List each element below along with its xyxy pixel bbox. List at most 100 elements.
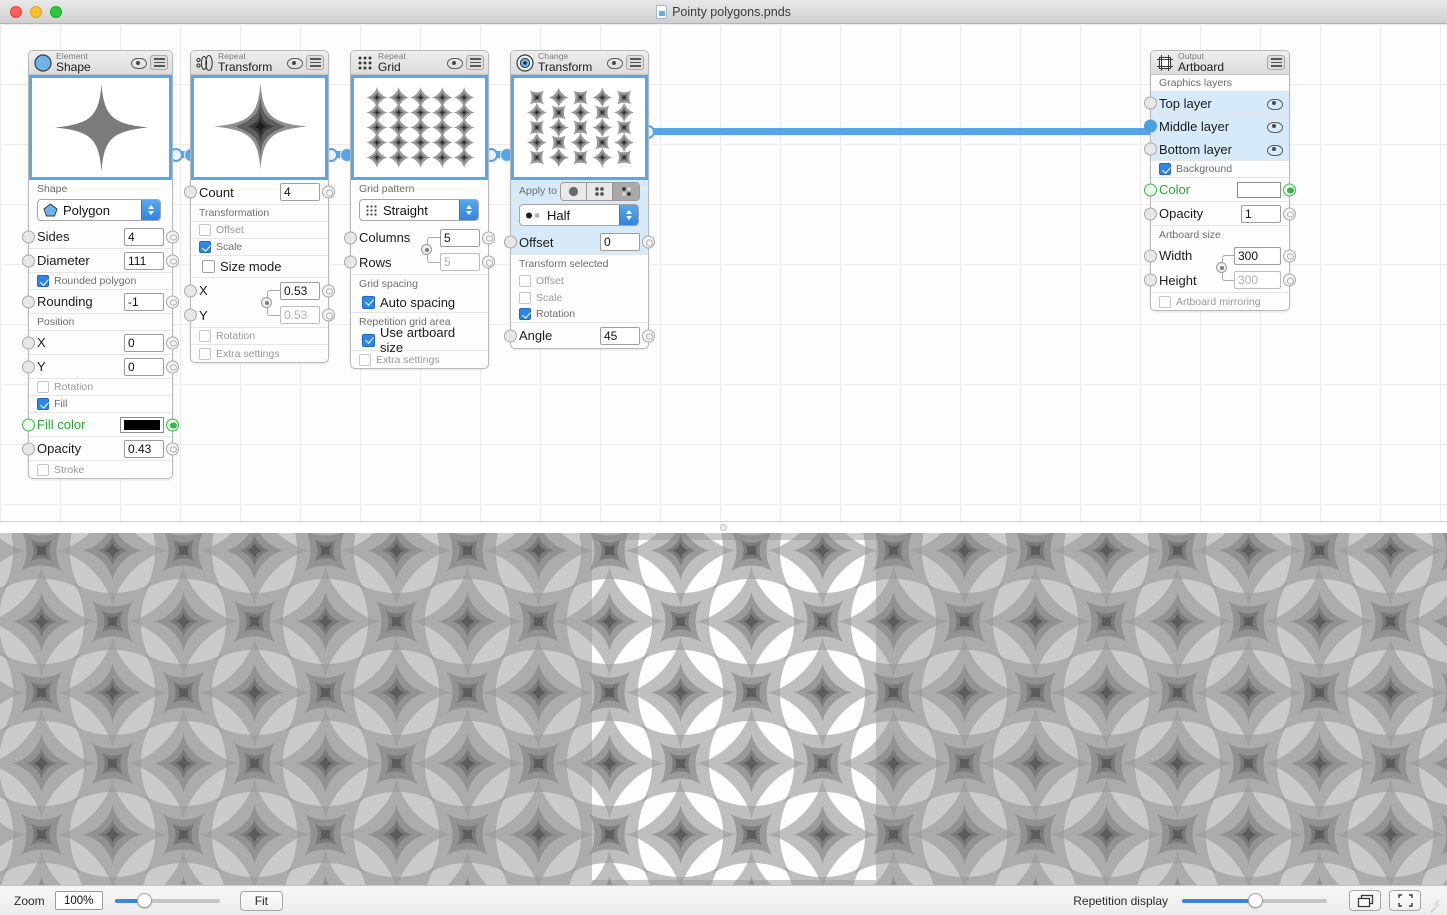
layer-input-knob[interactable] [1144, 142, 1157, 156]
node-menu-icon[interactable] [150, 55, 168, 70]
input-knob[interactable] [22, 295, 35, 308]
output-knob[interactable] [1283, 273, 1296, 287]
size-mode-checkbox[interactable] [202, 260, 215, 273]
row-diameter[interactable]: Diameter 111 [22, 249, 179, 273]
chevron-updown-icon[interactable] [141, 200, 160, 220]
row-fill-color[interactable]: Fill color [22, 413, 179, 437]
node-preview-shape[interactable] [29, 75, 172, 180]
apply-to-partial-option[interactable] [613, 182, 639, 200]
output-knob[interactable] [1283, 249, 1296, 262]
position-x-input[interactable]: 0 [124, 333, 164, 352]
output-knob[interactable] [166, 418, 179, 431]
fit-button[interactable]: Fit [239, 890, 284, 911]
selection-dropdown[interactable]: Half [519, 204, 639, 226]
use-artboard-size-checkbox[interactable] [362, 333, 375, 347]
rt-x-input[interactable]: 0.53 [280, 281, 320, 300]
sides-input[interactable]: 4 [124, 227, 164, 246]
row-rt-extra[interactable]: Extra settings [191, 345, 328, 362]
node-header[interactable]: Change Transform [511, 51, 648, 75]
row-use-artboard-size[interactable]: Use artboard size [351, 325, 488, 355]
node-menu-icon[interactable] [626, 55, 644, 70]
row-rt-y[interactable]: Y 0.53 [184, 303, 335, 328]
node-element-shape[interactable]: Element Shape Shape Polygon Sides 4 Diam… [22, 50, 179, 479]
visibility-eye-icon[interactable] [447, 58, 463, 69]
width-input[interactable]: 300 [1234, 246, 1281, 265]
node-output-artboard[interactable]: Output Artboard Graphics layers Top laye… [1144, 50, 1296, 311]
visibility-eye-icon[interactable] [1267, 121, 1283, 133]
input-knob[interactable] [22, 336, 35, 349]
output-knob[interactable] [322, 308, 335, 322]
output-knob[interactable] [482, 231, 495, 244]
chevron-updown-icon[interactable] [619, 205, 638, 225]
zoom-input[interactable]: 100% [54, 891, 103, 910]
extra-settings-checkbox[interactable] [199, 347, 211, 360]
input-knob[interactable] [22, 442, 35, 455]
count-input[interactable]: 4 [280, 183, 320, 201]
row-columns[interactable]: Columns 5 [344, 225, 495, 263]
row-rounded-polygon[interactable]: Rounded polygon [29, 273, 172, 290]
visibility-eye-icon[interactable] [1267, 144, 1283, 156]
rounding-input[interactable]: -1 [124, 292, 164, 311]
row-artboard-mirroring[interactable]: Artboard mirroring [1151, 293, 1289, 310]
input-knob[interactable] [504, 235, 517, 249]
row-opacity[interactable]: Opacity 0.43 [22, 437, 179, 461]
output-knob[interactable] [166, 230, 179, 243]
output-knob[interactable] [1283, 207, 1296, 220]
offset-checkbox[interactable] [199, 224, 211, 236]
input-knob[interactable] [22, 418, 35, 431]
zoom-slider[interactable] [114, 892, 220, 910]
repetition-display-slider[interactable] [1182, 892, 1327, 910]
input-knob[interactable] [1144, 207, 1157, 220]
row-rounding[interactable]: Rounding -1 [22, 290, 179, 314]
scale-checkbox[interactable] [199, 241, 211, 253]
angle-input[interactable]: 45 [600, 326, 640, 345]
height-input[interactable]: 300 [1234, 271, 1281, 289]
background-checkbox[interactable] [1159, 163, 1171, 175]
row-layer-top[interactable]: Top layer [1144, 92, 1289, 115]
stroke-checkbox[interactable] [37, 463, 49, 476]
input-knob[interactable] [184, 185, 197, 199]
row-grid-extra[interactable]: Extra settings [351, 351, 488, 368]
row-rotation[interactable]: Rotation [29, 379, 172, 396]
apply-to-segmented-control[interactable] [560, 181, 640, 201]
input-knob[interactable] [22, 254, 35, 267]
row-sides[interactable]: Sides 4 [22, 225, 179, 249]
output-knob[interactable] [642, 329, 655, 342]
grid-pattern-dropdown[interactable]: Straight [359, 199, 479, 221]
ts-scale-checkbox[interactable] [519, 291, 531, 304]
opacity-input[interactable]: 0.43 [124, 439, 164, 458]
row-width[interactable]: Width 300 [1144, 243, 1296, 281]
node-header[interactable]: Repeat Transform [191, 51, 328, 75]
row-layer-middle[interactable]: Middle layer [1144, 115, 1289, 138]
output-knob[interactable] [166, 254, 179, 267]
node-menu-icon[interactable] [306, 55, 324, 70]
input-knob[interactable] [22, 230, 35, 243]
row-ct-offset[interactable]: Offset 0 [504, 230, 655, 255]
row-ts-rotation[interactable]: Rotation [511, 306, 648, 323]
shape-type-dropdown[interactable]: Polygon [37, 199, 161, 221]
row-stroke[interactable]: Stroke [29, 461, 172, 478]
node-graph-canvas[interactable]: Element Shape Shape Polygon Sides 4 Diam… [0, 24, 1447, 521]
panel-splitter[interactable] [0, 521, 1447, 533]
row-apply-to[interactable]: Apply to [511, 180, 648, 202]
row-auto-spacing[interactable]: Auto spacing [351, 292, 488, 313]
pattern-preview-stage[interactable] [0, 533, 1447, 885]
visibility-eye-icon[interactable] [1267, 98, 1283, 110]
node-preview-grid[interactable] [351, 75, 488, 180]
output-knob[interactable] [482, 255, 495, 269]
extra-settings-checkbox[interactable] [359, 353, 371, 366]
row-ts-offset[interactable]: Offset [511, 272, 648, 289]
columns-input[interactable]: 5 [440, 228, 480, 247]
output-knob[interactable] [642, 235, 655, 249]
output-knob[interactable] [1283, 183, 1296, 196]
ct-offset-input[interactable]: 0 [600, 233, 640, 251]
row-background[interactable]: Background [1151, 161, 1289, 178]
node-change-transform[interactable]: Change Transform Apply to Half Offset 0 … [504, 50, 655, 349]
input-knob[interactable] [504, 329, 517, 342]
node-header[interactable]: Output Artboard [1151, 51, 1289, 75]
node-preview-change-transform[interactable] [511, 75, 648, 180]
fullscreen-icon[interactable] [1389, 890, 1421, 911]
row-rt-rotation[interactable]: Rotation [191, 328, 328, 345]
rounded-polygon-checkbox[interactable] [37, 275, 49, 287]
input-knob[interactable] [22, 360, 35, 373]
